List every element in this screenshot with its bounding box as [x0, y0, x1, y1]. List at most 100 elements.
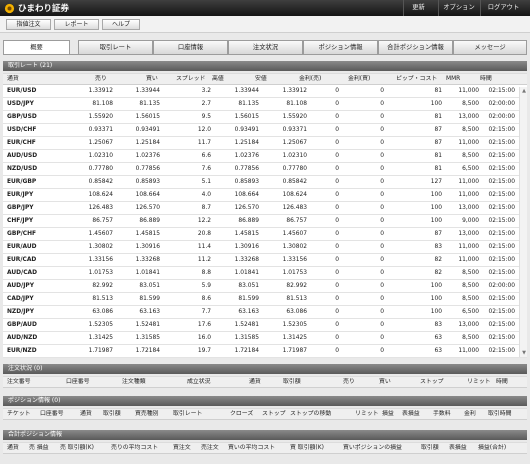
tab-positions[interactable]: ポジション情報	[303, 40, 378, 54]
rate-sell: 1.25067	[88, 140, 113, 146]
rate-row-nzdjpy[interactable]: NZD/JPY 63.086 63.163 7.7 63.163 63.086 0 0 100 6…	[3, 306, 527, 319]
col-currency[interactable]: 通貨	[7, 74, 19, 85]
rate-low: 1.01753	[282, 270, 307, 276]
rate-row-audusd[interactable]: AUD/USD 1.02310 1.02376 6.6 1.02376 1.02310 0 0…	[3, 150, 527, 163]
col-pip-cost[interactable]: ピップ・コスト	[396, 74, 437, 85]
scroll-up-icon[interactable]: ▲	[520, 87, 528, 95]
col-time[interactable]: 時間	[480, 74, 492, 85]
rate-row-gbpusd[interactable]: GBP/USD 1.55920 1.56015 9.5 1.56015 1.55920 0 0…	[3, 111, 527, 124]
col-close[interactable]: クローズ	[230, 409, 253, 420]
rate-row-euraud[interactable]: EUR/AUD 1.30802 1.30916 11.4 1.30916 1.30802 0…	[3, 241, 527, 254]
col-fill-status[interactable]: 成立状況	[187, 377, 211, 388]
rate-row-eurchf[interactable]: EUR/CHF 1.25067 1.25184 11.7 1.25184 1.25067 0…	[3, 137, 527, 150]
col-sell-orders[interactable]: 売注文	[201, 443, 219, 454]
col-buy-avg-cost[interactable]: 買いの平均コスト	[228, 443, 275, 454]
rate-mmr: 8,500	[462, 270, 479, 276]
col-limit[interactable]: リミット	[355, 409, 379, 420]
col-mmr[interactable]: MMR	[446, 74, 460, 85]
col-account-no[interactable]: 口座番号	[66, 377, 90, 388]
brand-logo[interactable]: ひまわり証券	[4, 2, 69, 14]
rate-row-audcad[interactable]: AUD/CAD 1.01753 1.01841 8.8 1.01841 1.01753 0 0…	[3, 267, 527, 280]
col-trade-time[interactable]: 取引時間	[488, 409, 512, 420]
rate-high: 1.45815	[234, 231, 259, 237]
col-trailing-stop[interactable]: ストップの移動	[290, 409, 331, 420]
refresh-link[interactable]: 更新	[403, 0, 433, 16]
col-currency[interactable]: 通貨	[80, 409, 92, 420]
rate-mmr: 8,500	[462, 101, 479, 107]
tab-orders[interactable]: 注文状況	[228, 40, 303, 54]
rate-row-usdjpy[interactable]: USD/JPY 81.108 81.135 2.7 81.135 81.108 0 0 100 8…	[3, 98, 527, 111]
rate-currency: AUD/NZD	[7, 335, 38, 341]
col-sell-amount[interactable]: 売 取引額(K)	[60, 443, 94, 454]
rate-swap-sell: 0	[335, 101, 339, 107]
rate-row-eurcad[interactable]: EUR/CAD 1.33156 1.33268 11.2 1.33268 1.33156 0…	[3, 254, 527, 267]
col-currency[interactable]: 通貨	[7, 443, 19, 454]
help-button[interactable]: ヘルプ	[102, 19, 140, 30]
col-limit[interactable]: リミット	[467, 377, 491, 388]
col-buy[interactable]: 買い	[379, 377, 391, 388]
rate-row-eurjpy[interactable]: EUR/JPY 108.624 108.664 4.0 108.664 108.624 0 0…	[3, 189, 527, 202]
logout-link[interactable]: ログアウト	[480, 0, 526, 16]
rate-row-gbpjpy[interactable]: GBP/JPY 126.483 126.570 8.7 126.570 126.483 0 0…	[3, 202, 527, 215]
col-stop[interactable]: ストップ	[262, 409, 286, 420]
col-time[interactable]: 時間	[496, 377, 508, 388]
options-link[interactable]: オプション	[438, 0, 479, 16]
col-swap-sell[interactable]: 金利(売)	[299, 74, 321, 85]
rate-row-nzdusd[interactable]: NZD/USD 0.77780 0.77856 7.6 0.77856 0.77780 0 0…	[3, 163, 527, 176]
rate-row-usdchf[interactable]: USD/CHF 0.93371 0.93491 12.0 0.93491 0.93371 0…	[3, 124, 527, 137]
col-order-type[interactable]: 注文種類	[122, 377, 146, 388]
rate-row-audnzd[interactable]: AUD/NZD 1.31425 1.31585 16.0 1.31585 1.31425 0…	[3, 332, 527, 345]
col-sell-pnl[interactable]: 売 損益	[29, 443, 49, 454]
rate-row-eurgbp[interactable]: EUR/GBP 0.85842 0.85893 5.1 0.85893 0.85842 0 0…	[3, 176, 527, 189]
col-low[interactable]: 安値	[255, 74, 267, 85]
col-buy[interactable]: 買い	[146, 74, 158, 85]
col-amount[interactable]: 取引額	[283, 377, 301, 388]
col-account-no[interactable]: 口座番号	[40, 409, 64, 420]
col-buy-position-pnl[interactable]: 買いポジションの損益	[343, 443, 402, 454]
tab-total-positions[interactable]: 合計ポジション情報	[378, 40, 453, 54]
report-button[interactable]: レポート	[54, 19, 99, 30]
col-buy-amount[interactable]: 買 取引額(K)	[290, 443, 324, 454]
rate-buy: 1.01841	[135, 270, 160, 276]
tab-account[interactable]: 口座情報	[153, 40, 228, 54]
col-rate[interactable]: 取引レート	[173, 409, 202, 420]
rate-row-gbpaud[interactable]: GBP/AUD 1.52305 1.52481 17.6 1.52481 1.52305 0…	[3, 319, 527, 332]
col-fee[interactable]: 手数料	[433, 409, 451, 420]
tab-rates[interactable]: 取引レート	[78, 40, 153, 54]
rate-row-eurusd[interactable]: EUR/USD 1.33912 1.33944 3.2 1.33944 1.33912 0 0…	[3, 85, 527, 98]
rate-buy: 126.570	[135, 205, 160, 211]
rate-currency: USD/CHF	[7, 127, 37, 133]
col-order-no[interactable]: 注文番号	[7, 377, 31, 388]
rates-scrollbar[interactable]: ▲ ▼	[519, 87, 527, 357]
col-trade-side[interactable]: 買売種別	[135, 409, 159, 420]
rate-row-gbpchf[interactable]: GBP/CHF 1.45607 1.45815 20.8 1.45815 1.45607 0…	[3, 228, 527, 241]
col-display-pnl[interactable]: 表損益	[449, 443, 467, 454]
col-display-pnl[interactable]: 表損益	[402, 409, 420, 420]
rate-spread: 12.2	[197, 218, 211, 224]
rate-row-cadjpy[interactable]: CAD/JPY 81.513 81.599 8.6 81.599 81.513 0 0 100 8…	[3, 293, 527, 306]
col-sell-avg-cost[interactable]: 売りの平均コスト	[111, 443, 158, 454]
rate-row-audjpy[interactable]: AUD/JPY 82.992 83.051 5.9 83.051 82.992 0 0 100 8…	[3, 280, 527, 293]
scroll-down-icon[interactable]: ▼	[520, 349, 528, 357]
col-swap-buy[interactable]: 金利(買)	[348, 74, 370, 85]
col-amount[interactable]: 取引額	[421, 443, 439, 454]
col-spread[interactable]: スプレッド	[176, 74, 205, 85]
col-sell[interactable]: 売り	[95, 74, 107, 85]
rate-row-chfjpy[interactable]: CHF/JPY 86.757 86.889 12.2 86.889 86.757 0 0 100…	[3, 215, 527, 228]
col-ticket[interactable]: チケット	[7, 409, 31, 420]
col-sell[interactable]: 売り	[343, 377, 355, 388]
col-total-pnl[interactable]: 損益(合計)	[478, 443, 506, 454]
col-interest[interactable]: 金利	[464, 409, 476, 420]
col-currency[interactable]: 通貨	[249, 377, 261, 388]
col-high[interactable]: 高値	[212, 74, 224, 85]
col-amount[interactable]: 取引額	[103, 409, 121, 420]
rate-high: 81.135	[238, 101, 259, 107]
tab-messages[interactable]: メッセージ	[453, 40, 527, 54]
rate-row-eurnzd[interactable]: EUR/NZD 1.71987 1.72184 19.7 1.72184 1.71987 0…	[3, 345, 527, 358]
rate-swap-sell: 0	[335, 309, 339, 315]
limit-order-button[interactable]: 指値注文	[6, 19, 51, 30]
col-pnl[interactable]: 損益	[382, 409, 394, 420]
col-buy-orders[interactable]: 買注文	[173, 443, 191, 454]
col-stop[interactable]: ストップ	[420, 377, 444, 388]
tab-overview[interactable]: 概要	[3, 40, 70, 55]
